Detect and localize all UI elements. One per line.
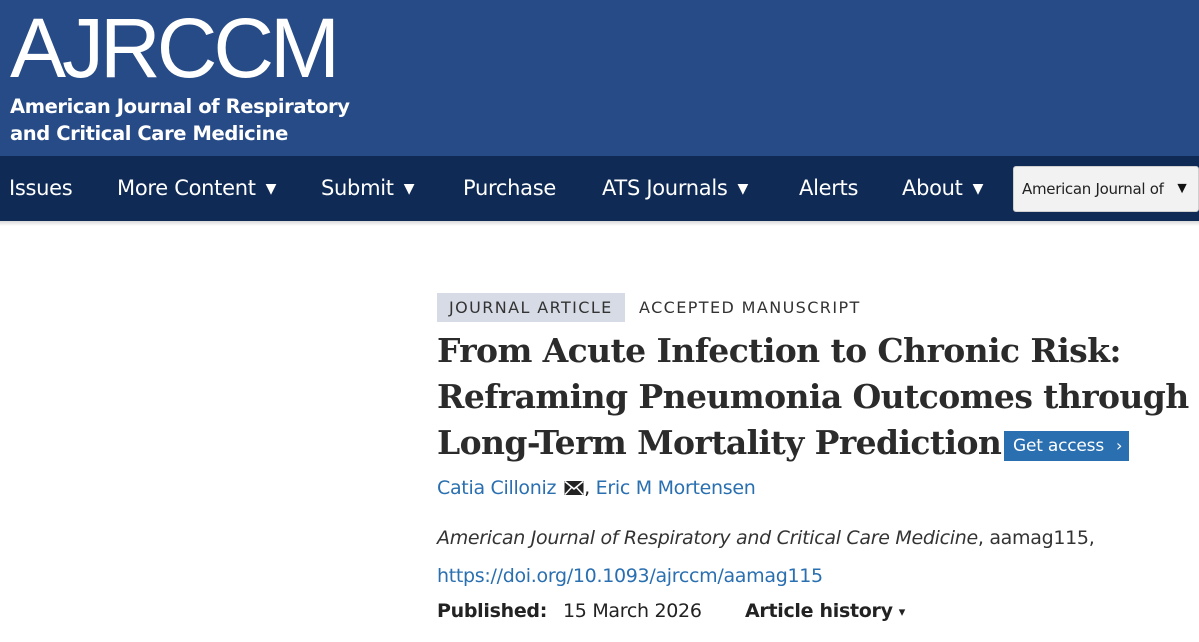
article-history-label: Article history — [745, 600, 893, 622]
nav-shadow — [0, 221, 1199, 226]
envelope-icon[interactable] — [564, 476, 584, 504]
nav-item-label: Submit — [321, 176, 394, 200]
author-separator: , — [584, 477, 590, 499]
author-list: Catia Cilloniz, Eric M Mortensen — [437, 474, 756, 504]
published-date: 15 March 2026 — [563, 600, 702, 622]
logo-subtitle-line-1: American Journal of Respiratory — [10, 95, 350, 118]
author-link-catia-cilloniz[interactable]: Catia Cilloniz — [437, 477, 556, 499]
article-history-toggle[interactable]: Article history ▾ — [745, 597, 905, 627]
caret-down-icon: ▼ — [737, 181, 749, 197]
caret-down-icon: ▾ — [898, 605, 906, 620]
publication-info: Published: 15 March 2026 Article history… — [437, 597, 905, 625]
nav-item-label: More Content — [117, 176, 256, 200]
logo-subtitle-line-2: and Critical Care Medicine — [10, 122, 288, 145]
author-link-eric-mortensen[interactable]: Eric M Mortensen — [596, 477, 756, 499]
article-title-line-1: From Acute Infection to Chronic Risk: — [437, 331, 1122, 370]
article-type-badge: JOURNAL ARTICLE — [437, 293, 625, 322]
caret-down-icon: ▼ — [403, 181, 415, 197]
citation: American Journal of Respiratory and Crit… — [437, 524, 1095, 552]
caret-down-icon: ▼ — [972, 181, 984, 197]
article-id: , aamag115, — [977, 527, 1095, 549]
article-title-line-2: Reframing Pneumonia Outcomes through — [437, 377, 1189, 416]
nav-item-issues[interactable]: Issues — [9, 156, 73, 221]
nav-item-submit[interactable]: Submit ▼ — [321, 156, 414, 221]
article-title-line-3: Long-Term Mortality Prediction — [437, 423, 1002, 462]
nav-item-label: Alerts — [799, 176, 859, 200]
nav-item-label: ATS Journals — [602, 176, 728, 200]
journal-select-value: American Journal of — [1022, 180, 1164, 198]
site-header: AJRCCM American Journal of Respiratory a… — [0, 0, 1199, 156]
nav-item-label: Purchase — [463, 176, 556, 200]
article-status: ACCEPTED MANUSCRIPT — [639, 298, 861, 317]
chevron-right-icon: › — [1116, 436, 1123, 455]
nav-item-more-content[interactable]: More Content ▼ — [117, 156, 276, 221]
nav-item-purchase[interactable]: Purchase — [463, 156, 556, 221]
caret-down-icon: ▼ — [265, 181, 277, 197]
nav-item-ats-journals[interactable]: ATS Journals ▼ — [602, 156, 748, 221]
nav-item-label: About — [902, 176, 963, 200]
journal-select[interactable]: American Journal of ▼ — [1013, 166, 1199, 212]
get-access-button[interactable]: Get access › — [1004, 431, 1129, 461]
journal-name: American Journal of Respiratory and Crit… — [437, 527, 978, 549]
nav-item-alerts[interactable]: Alerts — [799, 156, 858, 221]
select-arrow-icon: ▼ — [1174, 180, 1190, 197]
get-access-label: Get access — [1013, 436, 1104, 456]
published-label: Published: — [437, 600, 547, 622]
logo-wordmark: AJRCCM — [10, 1, 340, 95]
doi-link[interactable]: https://doi.org/10.1093/ajrccm/aamag115 — [437, 562, 823, 590]
nav-item-label: Issues — [9, 176, 73, 200]
nav-item-about[interactable]: About ▼ — [902, 156, 983, 221]
